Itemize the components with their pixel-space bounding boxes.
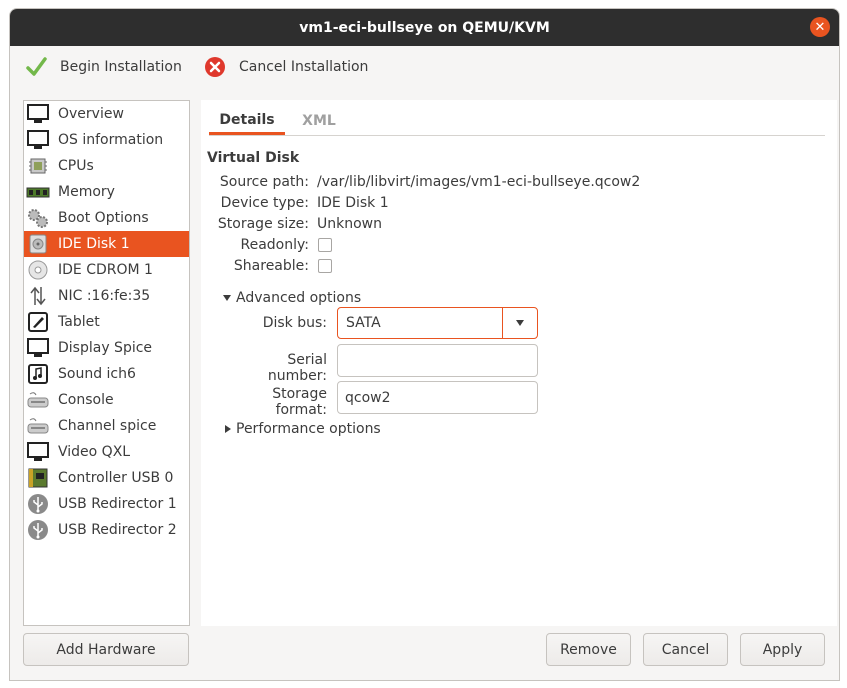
serial-number-input[interactable] (337, 344, 538, 377)
gears-icon (28, 209, 48, 228)
sidebar-item-label: CPUs (58, 158, 94, 174)
sidebar-item-label: IDE CDROM 1 (58, 262, 153, 278)
monitor-icon (27, 442, 49, 461)
console-icon (27, 392, 49, 408)
sidebar-item-label: Video QXL (58, 444, 131, 460)
cancel-button[interactable]: Cancel (643, 633, 728, 666)
tab-details[interactable]: Details (209, 107, 285, 135)
sidebar-item-label: USB Redirector 1 (58, 496, 177, 512)
sidebar-item-label: Boot Options (58, 210, 149, 226)
sidebar-item-ide-cdrom-1[interactable]: IDE CDROM 1 (24, 257, 189, 283)
sidebar-item-usb-redirector-2[interactable]: USB Redirector 2 (24, 517, 189, 543)
sidebar-item-label: Channel spice (58, 418, 157, 434)
usb-icon (28, 494, 48, 514)
cancel-installation-label: Cancel Installation (239, 59, 369, 75)
section-title: Virtual Disk (207, 150, 300, 166)
close-icon: ✕ (814, 19, 826, 35)
disk-icon (29, 234, 47, 254)
sidebar-item-label: Controller USB 0 (58, 470, 174, 486)
usb-icon (28, 520, 48, 540)
sidebar-item-label: IDE Disk 1 (58, 236, 130, 252)
sidebar-item-overview[interactable]: Overview (24, 101, 189, 127)
monitor-icon (27, 130, 49, 149)
sidebar-item-controller-usb-0[interactable]: Controller USB 0 (24, 465, 189, 491)
device-type-label: Device type: (220, 195, 309, 211)
checkmark-icon (24, 55, 48, 79)
sidebar-item-label: Console (58, 392, 114, 408)
details-panel: Details XML Virtual Disk Source path: /v… (201, 100, 837, 626)
sidebar-item-label: Display Spice (58, 340, 153, 356)
sidebar-item-sound-ich6[interactable]: Sound ich6 (24, 361, 189, 387)
sidebar-item-console[interactable]: Console (24, 387, 189, 413)
sidebar-item-boot-options[interactable]: Boot Options (24, 205, 189, 231)
tab-xml[interactable]: XML (285, 107, 353, 135)
sidebar-item-os-information[interactable]: OS information (24, 127, 189, 153)
cdrom-icon (28, 260, 48, 280)
storage-size-label: Storage size: (217, 216, 309, 232)
sidebar-item-usb-redirector-1[interactable]: USB Redirector 1 (24, 491, 189, 517)
remove-button[interactable]: Remove (546, 633, 631, 666)
sidebar-item-memory[interactable]: Memory (24, 179, 189, 205)
sidebar-item-label: Sound ich6 (58, 366, 136, 382)
sound-icon (28, 364, 48, 384)
chevron-down-icon (223, 295, 231, 301)
serial-number-label: Serial number: (267, 352, 327, 384)
performance-options-label: Performance options (236, 421, 381, 437)
controller-icon (28, 468, 48, 488)
sidebar-item-label: USB Redirector 2 (58, 522, 177, 538)
source-path-value: /var/lib/libvirt/images/vm1-eci-bullseye… (317, 174, 641, 190)
performance-options-expander[interactable]: Performance options (225, 421, 381, 437)
sidebar-item-nic[interactable]: NIC :16:fe:35 (24, 283, 189, 309)
advanced-options-label: Advanced options (236, 290, 362, 306)
cancel-icon (203, 55, 227, 79)
close-button[interactable]: ✕ (810, 17, 830, 37)
sidebar-item-label: Tablet (58, 314, 100, 330)
shareable-checkbox[interactable] (318, 259, 332, 273)
monitor-icon (27, 104, 49, 123)
add-hardware-button[interactable]: Add Hardware (23, 633, 189, 666)
sidebar-item-cpus[interactable]: CPUs (24, 153, 189, 179)
chevron-down-icon[interactable] (502, 308, 537, 338)
disk-bus-select[interactable]: SATA (337, 307, 538, 339)
cancel-installation-button[interactable]: Cancel Installation (203, 55, 368, 79)
sidebar-item-display-spice[interactable]: Display Spice (24, 335, 189, 361)
window-title: vm1-eci-bullseye on QEMU/KVM (299, 19, 550, 36)
monitor-icon (27, 338, 49, 357)
network-icon (30, 286, 46, 306)
source-path-label: Source path: (219, 174, 309, 190)
chevron-right-icon (225, 425, 231, 433)
begin-installation-button[interactable]: Begin Installation (24, 55, 182, 79)
memory-icon (26, 187, 50, 198)
tablet-icon (28, 312, 48, 332)
readonly-checkbox[interactable] (318, 238, 332, 252)
sidebar-item-video-qxl[interactable]: Video QXL (24, 439, 189, 465)
title-bar: vm1-eci-bullseye on QEMU/KVM ✕ (10, 9, 839, 46)
disk-bus-label: Disk bus: (262, 315, 327, 331)
sidebar-item-tablet[interactable]: Tablet (24, 309, 189, 335)
shareable-label: Shareable: (233, 258, 309, 274)
sidebar-item-label: NIC :16:fe:35 (58, 288, 151, 304)
readonly-label: Readonly: (240, 237, 310, 253)
begin-installation-label: Begin Installation (60, 59, 182, 75)
advanced-options-expander[interactable]: Advanced options (223, 290, 361, 306)
storage-format-input[interactable] (337, 381, 538, 414)
sidebar-item-ide-disk-1[interactable]: IDE Disk 1 (24, 231, 189, 257)
sidebar-item-channel-spice[interactable]: Channel spice (24, 413, 189, 439)
hardware-list: Overview OS information CPUs Memory Boot… (23, 100, 190, 626)
dialog-window: vm1-eci-bullseye on QEMU/KVM ✕ Begin Ins… (9, 8, 840, 681)
device-type-value: IDE Disk 1 (317, 195, 389, 211)
tab-divider (209, 135, 825, 136)
storage-format-label: Storage format: (272, 386, 327, 418)
storage-size-value: Unknown (317, 216, 382, 232)
sidebar-item-label: Overview (58, 106, 124, 122)
console-icon (27, 418, 49, 434)
sidebar-item-label: OS information (58, 132, 164, 148)
apply-button[interactable]: Apply (740, 633, 825, 666)
cpu-icon (29, 158, 47, 174)
sidebar-item-label: Memory (58, 184, 115, 200)
disk-bus-value: SATA (346, 315, 381, 331)
